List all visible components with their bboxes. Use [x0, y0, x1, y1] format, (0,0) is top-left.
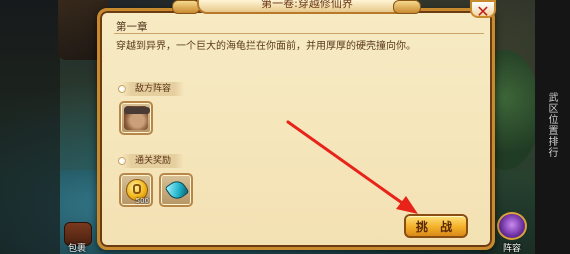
challenge-button[interactable]: 挑 战 [404, 214, 468, 238]
arrow-head [396, 196, 418, 214]
challenge-label: 挑 战 [415, 220, 457, 234]
arrow-shaft [286, 120, 407, 207]
pointer-arrow [286, 120, 418, 214]
